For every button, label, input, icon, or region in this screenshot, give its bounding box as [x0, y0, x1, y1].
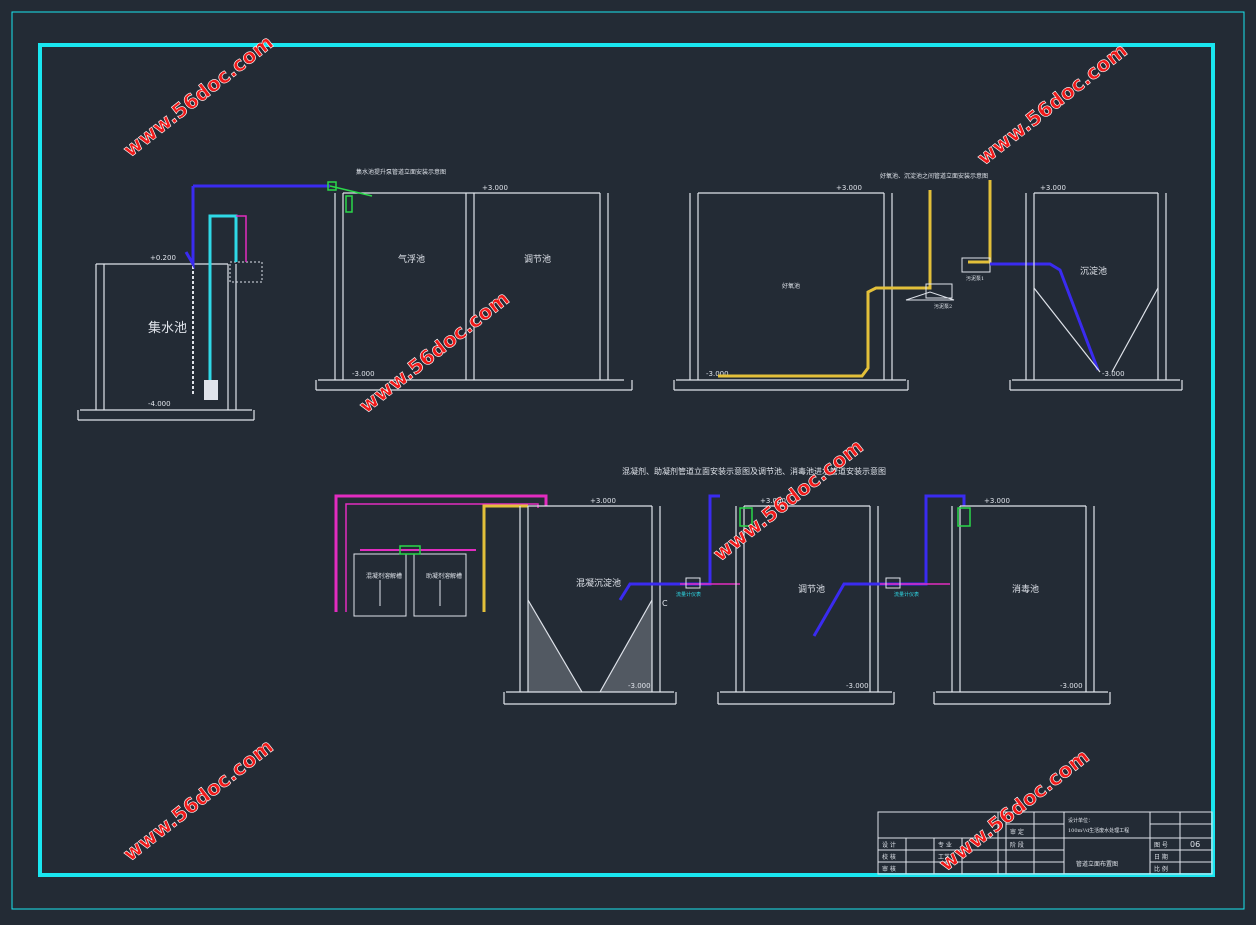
tb-drawing-name: 管道立面布置图: [1076, 860, 1118, 868]
elev-label-top-1: +3.000: [482, 184, 508, 192]
watermark-3: www.56doc.com: [354, 286, 513, 418]
watermark-1: www.56doc.com: [118, 30, 277, 162]
flowmeter-label-1: 流量计仪表: [676, 591, 701, 598]
tb-sheet-no: 06: [1190, 840, 1200, 849]
watermark-4: www.56doc.com: [708, 434, 867, 566]
sludge-pipe-2: [968, 180, 992, 264]
tb-designer-label: 设计单位：: [1068, 817, 1093, 824]
submersible-pump: [204, 380, 218, 400]
tb-review: 校 核: [882, 853, 896, 861]
tb-stage: 阶 段: [1010, 841, 1024, 849]
pump-label-2: 污泥泵2: [934, 303, 952, 310]
watermark-2: www.56doc.com: [972, 38, 1131, 170]
watermark-5: www.56doc.com: [118, 734, 277, 866]
flotation-regulating-group: [315, 192, 633, 391]
tank-label-disinfection: 消毒池: [1012, 583, 1039, 595]
tank-label-settling-top: 沉淀池: [1080, 265, 1107, 277]
tank-label-collection: 集水池: [148, 320, 187, 336]
elev-label-settling-2: -3.000: [1102, 370, 1125, 378]
elev-label-neg4: -4.000: [148, 400, 171, 408]
air-pipe: [208, 214, 238, 380]
elev-label-settling-1: +3.000: [1040, 184, 1066, 192]
elev-label-top-2: -3.000: [352, 370, 375, 378]
tank-label-hydrolysis: 好氧池: [782, 282, 800, 290]
dosing-tank-2-label: 助凝剂溶解槽: [426, 572, 462, 580]
drawing-svg: 集水池 +0.200 -4.000 集水池提升泵管道立面安装示意图 气浮池 调节…: [11, 11, 1245, 910]
reg-to-disinfect-pipe: [812, 494, 966, 637]
mark-c: C: [662, 599, 668, 608]
watermarks: www.56doc.com www.56doc.com www.56doc.co…: [118, 30, 1132, 877]
elev-label-coag-1: +3.000: [590, 497, 616, 505]
pump-symbol-1: [961, 257, 991, 273]
sludge-pipe-1: [718, 190, 932, 378]
collection-tank-group: [77, 263, 255, 421]
tb-project-name: 100m³/d生活废水处理工程: [1068, 827, 1129, 834]
top-right-title: 好氧池、沉淀池之间管道立面安装示意图: [880, 172, 988, 180]
top-left-title: 集水池提升泵管道立面安装示意图: [356, 168, 446, 176]
tb-scale: 比 例: [1154, 865, 1168, 873]
tb-approve: 审 定: [1010, 828, 1024, 836]
elev-label-aerobic-1: +3.000: [836, 184, 862, 192]
flowmeter-label-2: 流量计仪表: [894, 591, 919, 598]
pump-label-1: 污泥泵1: [966, 275, 984, 282]
elev-label-dis-1: +3.000: [984, 497, 1010, 505]
lift-pipe-down: [184, 186, 195, 270]
dosing-pipe-yellow: [482, 504, 528, 612]
dosing-pipe-magenta-2: [345, 503, 539, 612]
drawing-frame: [38, 43, 1215, 877]
tb-check: 审 核: [882, 865, 896, 873]
elev-label-dis-2: -3.000: [1060, 682, 1083, 690]
tank-label-air-flotation: 气浮池: [398, 253, 425, 265]
watermark-6: www.56doc.com: [934, 744, 1093, 876]
elev-label-coag-2: -3.000: [628, 682, 651, 690]
dosing-tank-1-label: 混凝剂溶解槽: [366, 572, 402, 580]
tb-author: 设 计: [882, 841, 896, 849]
disinfection-group: [933, 505, 1111, 705]
pump-foundation: [229, 261, 263, 283]
elev-label-0-2: +0.200: [150, 254, 176, 262]
tank-label-coag-settling: 混凝沉淀池: [576, 577, 621, 589]
cad-drawing-canvas: 集水池 +0.200 -4.000 集水池提升泵管道立面安装示意图 气浮池 调节…: [0, 0, 1256, 921]
settling-inlet-pipe: [990, 262, 1100, 371]
tb-sheet-label: 图 号: [1154, 842, 1168, 849]
elev-label-reg-2: -3.000: [846, 682, 869, 690]
settling-tank-group: [1009, 192, 1183, 391]
tb-date: 日 期: [1154, 853, 1168, 861]
tank-label-regulating-bottom: 调节池: [798, 583, 825, 595]
aerobic-tank-group: [673, 192, 909, 391]
pump-base-2: [905, 291, 955, 301]
tank-label-regulating-top: 调节池: [524, 253, 551, 265]
